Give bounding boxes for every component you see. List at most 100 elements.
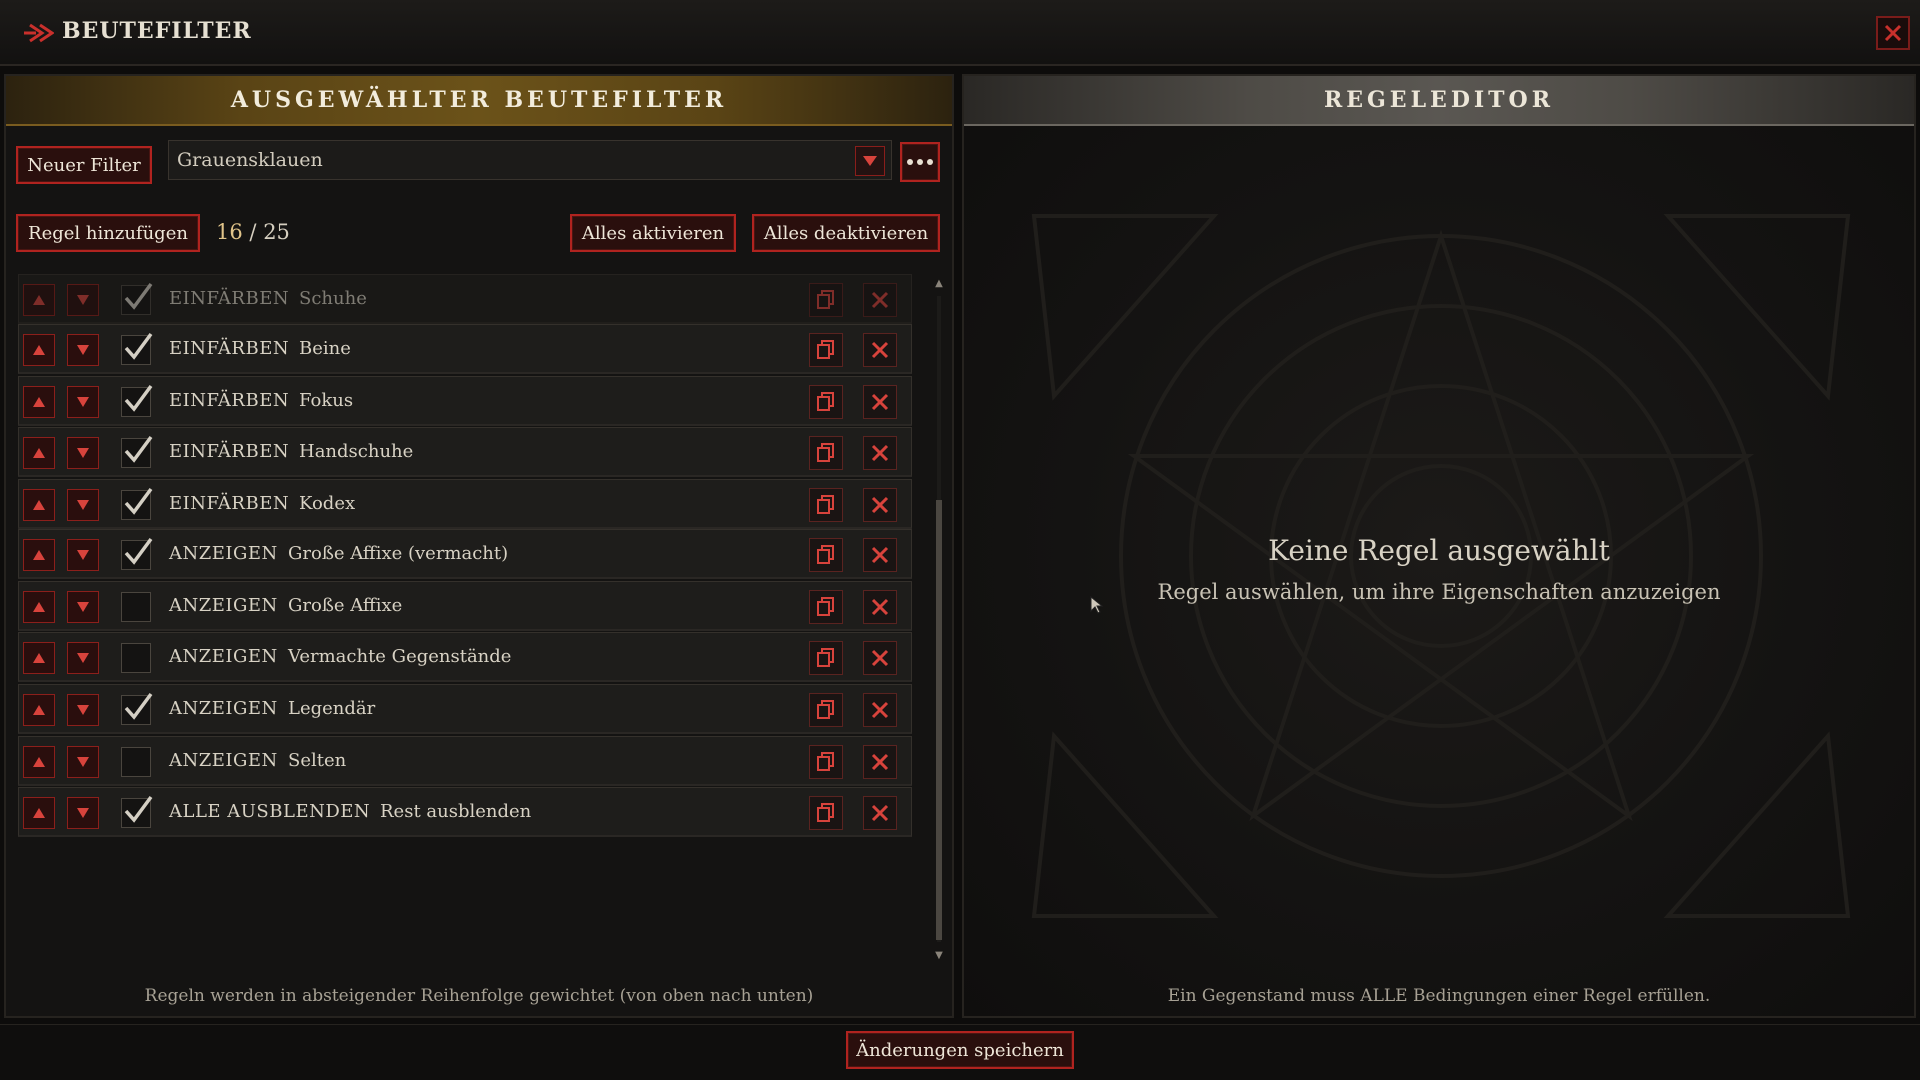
checkmark-icon bbox=[124, 692, 153, 720]
checkmark-icon bbox=[124, 435, 153, 463]
move-up-button[interactable] bbox=[23, 797, 55, 829]
delete-x-icon bbox=[871, 341, 889, 359]
rule-enabled-checkbox[interactable] bbox=[121, 747, 151, 777]
rule-row[interactable]: EINFÄRBEN Schuhe bbox=[18, 274, 912, 324]
rule-row[interactable]: ANZEIGEN Große Affixe (vermacht) bbox=[18, 529, 912, 579]
delete-rule-button[interactable] bbox=[863, 693, 897, 727]
move-down-button[interactable] bbox=[67, 746, 99, 778]
move-up-button[interactable] bbox=[23, 284, 55, 316]
move-down-button[interactable] bbox=[67, 284, 99, 316]
delete-x-icon bbox=[871, 701, 889, 719]
move-down-button[interactable] bbox=[67, 334, 99, 366]
rule-enabled-checkbox[interactable] bbox=[121, 435, 153, 468]
rule-enabled-checkbox[interactable] bbox=[121, 282, 153, 315]
rule-name: Handschuhe bbox=[299, 441, 414, 462]
duplicate-rule-button[interactable] bbox=[809, 745, 843, 779]
rule-action: ANZEIGEN bbox=[169, 646, 278, 667]
filter-select-value: Grauensklauen bbox=[177, 149, 323, 171]
delete-rule-button[interactable] bbox=[863, 590, 897, 624]
move-up-button[interactable] bbox=[23, 489, 55, 521]
move-down-button[interactable] bbox=[67, 539, 99, 571]
move-down-button[interactable] bbox=[67, 591, 99, 623]
delete-rule-button[interactable] bbox=[863, 488, 897, 522]
filter-select-arrow[interactable] bbox=[855, 146, 885, 176]
rule-list-scrollbar[interactable]: ▲ ▼ bbox=[932, 278, 946, 962]
scrollbar-thumb[interactable] bbox=[936, 500, 942, 940]
duplicate-rule-button[interactable] bbox=[809, 385, 843, 419]
copy-icon bbox=[817, 290, 834, 309]
more-options-button[interactable] bbox=[900, 142, 940, 182]
duplicate-rule-button[interactable] bbox=[809, 590, 843, 624]
move-down-button[interactable] bbox=[67, 437, 99, 469]
move-down-button[interactable] bbox=[67, 797, 99, 829]
move-up-button[interactable] bbox=[23, 539, 55, 571]
delete-rule-button[interactable] bbox=[863, 641, 897, 675]
rule-action: ANZEIGEN bbox=[169, 543, 278, 564]
filter-select[interactable]: Grauensklauen bbox=[168, 140, 892, 180]
rule-enabled-checkbox[interactable] bbox=[121, 332, 153, 365]
duplicate-rule-button[interactable] bbox=[809, 333, 843, 367]
move-down-button[interactable] bbox=[67, 642, 99, 674]
delete-rule-button[interactable] bbox=[863, 538, 897, 572]
duplicate-rule-button[interactable] bbox=[809, 641, 843, 675]
deactivate-all-button[interactable]: Alles deaktivieren bbox=[752, 214, 940, 252]
delete-rule-button[interactable] bbox=[863, 796, 897, 830]
duplicate-rule-button[interactable] bbox=[809, 796, 843, 830]
rule-row[interactable]: EINFÄRBEN Beine bbox=[18, 324, 912, 374]
duplicate-rule-button[interactable] bbox=[809, 538, 843, 572]
delete-rule-button[interactable] bbox=[863, 436, 897, 470]
rule-row[interactable]: ANZEIGEN Selten bbox=[18, 736, 912, 786]
rule-name: Große Affixe (vermacht) bbox=[288, 543, 509, 564]
rule-enabled-checkbox[interactable] bbox=[121, 795, 153, 828]
rule-row[interactable]: ANZEIGEN Große Affixe bbox=[18, 581, 912, 631]
duplicate-rule-button[interactable] bbox=[809, 283, 843, 317]
delete-rule-button[interactable] bbox=[863, 385, 897, 419]
rule-row[interactable]: ANZEIGEN Legendär bbox=[18, 684, 912, 734]
rule-enabled-checkbox[interactable] bbox=[121, 692, 153, 725]
move-up-button[interactable] bbox=[23, 746, 55, 778]
rule-name: Beine bbox=[299, 338, 351, 359]
move-up-button[interactable] bbox=[23, 694, 55, 726]
checkmark-icon bbox=[124, 332, 153, 360]
rule-enabled-checkbox[interactable] bbox=[121, 384, 153, 417]
duplicate-rule-button[interactable] bbox=[809, 693, 843, 727]
rule-action: EINFÄRBEN bbox=[169, 338, 290, 359]
no-rule-selected-title: Keine Regel ausgewählt bbox=[1268, 534, 1610, 567]
rule-row[interactable]: EINFÄRBEN Fokus bbox=[18, 376, 912, 426]
rule-count-max: 25 bbox=[263, 220, 290, 244]
rule-enabled-checkbox[interactable] bbox=[121, 537, 153, 570]
delete-x-icon bbox=[871, 444, 889, 462]
move-down-button[interactable] bbox=[67, 694, 99, 726]
activate-all-button[interactable]: Alles aktivieren bbox=[570, 214, 736, 252]
delete-rule-button[interactable] bbox=[863, 745, 897, 779]
delete-rule-button[interactable] bbox=[863, 283, 897, 317]
move-up-button[interactable] bbox=[23, 591, 55, 623]
new-filter-button[interactable]: Neuer Filter bbox=[16, 146, 152, 184]
rule-list: EINFÄRBEN Schuhe EINFÄRBEN Beine EINFÄRBEN Fo… bbox=[18, 274, 914, 964]
copy-icon bbox=[817, 648, 834, 667]
save-changes-button[interactable]: Änderungen speichern bbox=[846, 1031, 1074, 1069]
rule-row[interactable]: ANZEIGEN Vermachte Gegenstände bbox=[18, 632, 912, 682]
scroll-up-icon[interactable]: ▲ bbox=[933, 278, 945, 290]
duplicate-rule-button[interactable] bbox=[809, 436, 843, 470]
add-rule-button[interactable]: Regel hinzufügen bbox=[16, 214, 200, 252]
arrow-up-icon bbox=[33, 705, 45, 715]
move-up-button[interactable] bbox=[23, 642, 55, 674]
rule-enabled-checkbox[interactable] bbox=[121, 643, 151, 673]
rule-row[interactable]: EINFÄRBEN Handschuhe bbox=[18, 427, 912, 477]
rule-row[interactable]: EINFÄRBEN Kodex bbox=[18, 479, 912, 529]
scroll-down-icon[interactable]: ▼ bbox=[933, 950, 945, 962]
move-down-button[interactable] bbox=[67, 489, 99, 521]
close-button[interactable] bbox=[1876, 16, 1910, 50]
delete-rule-button[interactable] bbox=[863, 333, 897, 367]
rule-enabled-checkbox[interactable] bbox=[121, 592, 151, 622]
move-up-button[interactable] bbox=[23, 386, 55, 418]
move-down-button[interactable] bbox=[67, 386, 99, 418]
rule-enabled-checkbox[interactable] bbox=[121, 487, 153, 520]
arrow-up-icon bbox=[33, 295, 45, 305]
move-up-button[interactable] bbox=[23, 334, 55, 366]
arrow-down-icon bbox=[77, 448, 89, 458]
duplicate-rule-button[interactable] bbox=[809, 488, 843, 522]
rule-row[interactable]: ALLE AUSBLENDEN Rest ausblenden bbox=[18, 787, 912, 837]
move-up-button[interactable] bbox=[23, 437, 55, 469]
